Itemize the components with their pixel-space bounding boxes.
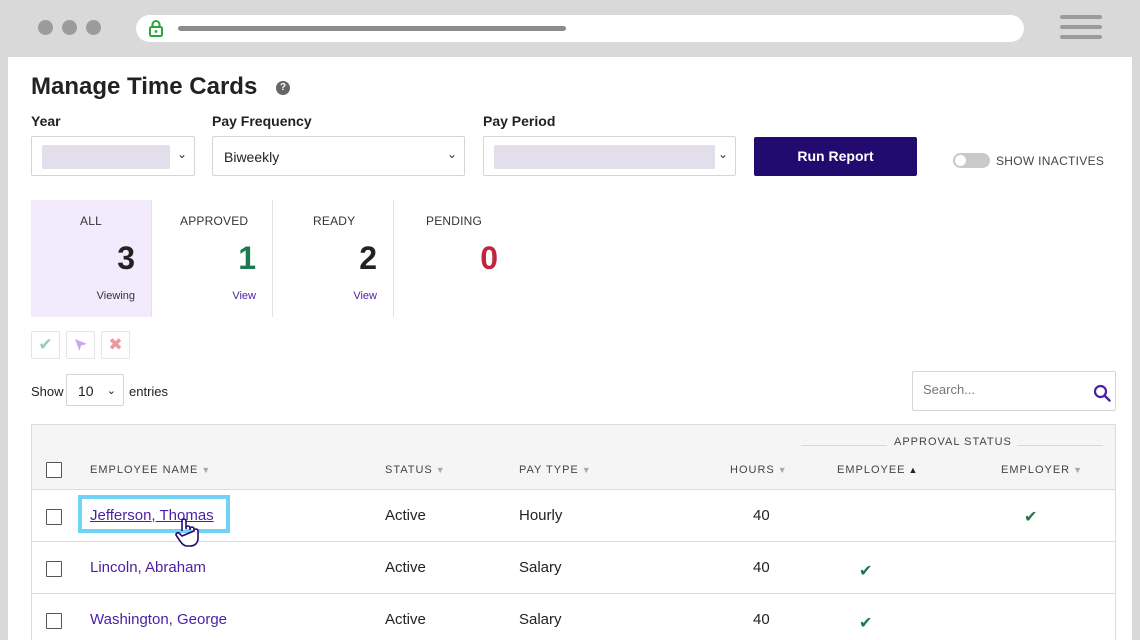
summary-label: PENDING <box>426 214 483 228</box>
employee-name-link[interactable]: Lincoln, Abraham <box>90 559 206 576</box>
row-checkbox[interactable] <box>46 509 62 525</box>
column-header-employee-name[interactable]: EMPLOYEE NAME ▼ <box>90 464 211 476</box>
hours-cell: 40 <box>753 611 770 628</box>
summary-count: 1 <box>238 240 256 276</box>
help-icon[interactable]: ? <box>276 81 290 95</box>
summary-view-link[interactable]: View <box>232 290 256 302</box>
summary-label: APPROVED <box>180 214 249 228</box>
column-header-pay-type[interactable]: PAY TYPE ▼ <box>519 464 592 476</box>
address-bar[interactable] <box>136 15 1024 42</box>
approved-check-icon: ✔ <box>1024 509 1038 526</box>
search-input[interactable] <box>923 382 1083 397</box>
table-row[interactable]: Washington, George Active Salary 40 ✔ <box>32 594 1115 640</box>
summary-count: 3 <box>117 240 135 276</box>
summary-card-ready[interactable]: READY 2 View <box>273 200 393 317</box>
summary-card-all[interactable]: ALL 3 Viewing <box>31 200 151 317</box>
pay-period-select[interactable]: ⌄ <box>483 136 736 176</box>
summary-label: ALL <box>80 214 102 228</box>
table-header: APPROVAL STATUS EMPLOYEE NAME ▼ STATUS ▼ P… <box>32 425 1115 490</box>
show-label: Show <box>31 384 64 399</box>
year-value-placeholder <box>42 145 170 169</box>
pay-frequency-value: Biweekly <box>224 149 280 165</box>
table-row[interactable]: Lincoln, Abraham Active Salary 40 ✔ <box>32 542 1115 594</box>
divider <box>1017 445 1103 446</box>
chevron-down-icon: ⌄ <box>176 147 187 161</box>
approved-check-icon: ✔ <box>859 615 873 632</box>
search-box[interactable] <box>912 371 1116 411</box>
summary-label: READY <box>313 214 356 228</box>
reject-icon[interactable]: ✖ <box>101 331 130 359</box>
hours-cell: 40 <box>753 507 770 524</box>
summary-count: 0 <box>480 240 498 276</box>
summary-view-link[interactable]: View <box>353 290 377 302</box>
column-header-hours[interactable]: HOURS ▼ <box>730 464 788 476</box>
approve-icon[interactable]: ✔ <box>31 331 60 359</box>
employee-name-link[interactable]: Washington, George <box>90 611 227 628</box>
status-cell: Active <box>385 611 426 628</box>
approved-check-icon: ✔ <box>859 563 873 580</box>
url-placeholder <box>178 26 566 31</box>
hours-cell: 40 <box>753 559 770 576</box>
chevron-down-icon: ⌄ <box>717 147 728 161</box>
pay-period-value-placeholder <box>494 145 715 169</box>
entries-value: 10 <box>78 383 94 399</box>
summary-count: 2 <box>359 240 377 276</box>
window-control-dot[interactable] <box>38 20 53 35</box>
window-control-dot[interactable] <box>62 20 77 35</box>
divider <box>801 445 887 446</box>
summary-card-pending[interactable]: PENDING 0 <box>394 200 514 317</box>
lock-icon <box>149 20 163 37</box>
chevron-down-icon: ⌄ <box>106 385 116 397</box>
status-cell: Active <box>385 507 426 524</box>
pay-frequency-select[interactable]: Biweekly ⌄ <box>212 136 465 176</box>
pay-period-label: Pay Period <box>483 113 556 129</box>
page-title: Manage Time Cards <box>31 73 258 100</box>
hand-cursor-icon <box>175 518 199 547</box>
menu-icon[interactable] <box>1060 15 1102 41</box>
pay-frequency-label: Pay Frequency <box>212 113 312 129</box>
select-all-checkbox[interactable] <box>46 462 62 478</box>
column-header-status[interactable]: STATUS ▼ <box>385 464 446 476</box>
pay-type-cell: Hourly <box>519 507 563 524</box>
summary-viewing-text: Viewing <box>96 290 135 302</box>
row-checkbox[interactable] <box>46 613 62 629</box>
chevron-down-icon: ⌄ <box>446 147 457 161</box>
entries-label: entries <box>129 384 169 399</box>
search-icon[interactable] <box>1093 384 1111 402</box>
status-cell: Active <box>385 559 426 576</box>
row-checkbox[interactable] <box>46 561 62 577</box>
show-inactives-toggle[interactable] <box>953 153 990 168</box>
show-inactives-label: SHOW INACTIVES <box>996 154 1105 168</box>
year-label: Year <box>31 113 61 129</box>
focus-highlight <box>78 495 230 533</box>
pay-type-cell: Salary <box>519 559 562 576</box>
column-header-employer-approval[interactable]: EMPLOYER ▼ <box>1001 464 1083 476</box>
entries-select[interactable]: 10 ⌄ <box>66 374 124 406</box>
run-report-button[interactable]: Run Report <box>754 137 917 176</box>
pay-type-cell: Salary <box>519 611 562 628</box>
year-select[interactable]: ⌄ <box>31 136 195 176</box>
approval-status-group-label: APPROVAL STATUS <box>894 436 1012 448</box>
send-icon[interactable] <box>66 331 95 359</box>
window-control-dot[interactable] <box>86 20 101 35</box>
column-header-employee-approval[interactable]: EMPLOYEE ▲ <box>837 464 918 476</box>
browser-chrome <box>0 0 1140 56</box>
page: Manage Time Cards ? Year ⌄ Pay Frequency… <box>8 57 1132 640</box>
summary-card-approved[interactable]: APPROVED 1 View <box>152 200 272 317</box>
